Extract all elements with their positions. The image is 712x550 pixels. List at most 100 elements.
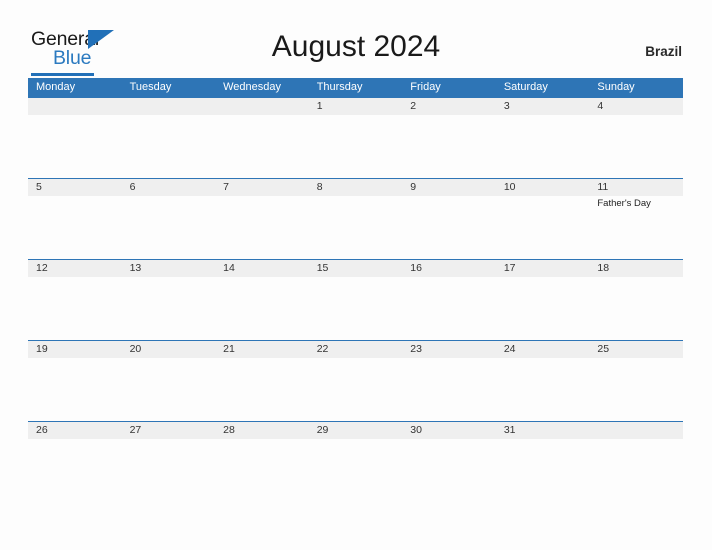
date-number[interactable]: 22 xyxy=(309,341,403,358)
date-number[interactable]: 26 xyxy=(28,422,122,439)
date-number[interactable]: 7 xyxy=(215,179,309,196)
day-cell[interactable] xyxy=(496,196,590,259)
date-number[interactable]: 25 xyxy=(589,341,683,358)
week-date-band: 5 6 7 8 9 10 11 xyxy=(28,179,683,196)
date-number[interactable]: 9 xyxy=(402,179,496,196)
date-number[interactable] xyxy=(589,422,683,439)
week-date-band: 12 13 14 15 16 17 18 xyxy=(28,260,683,277)
week-date-band: 1 2 3 4 xyxy=(28,98,683,115)
day-cell[interactable] xyxy=(496,439,590,502)
date-number[interactable]: 8 xyxy=(309,179,403,196)
day-cell[interactable] xyxy=(589,358,683,421)
weekday-wednesday: Wednesday xyxy=(223,81,282,93)
date-number[interactable]: 14 xyxy=(215,260,309,277)
event-label: Father's Day xyxy=(597,198,651,209)
day-cell[interactable] xyxy=(215,196,309,259)
date-number[interactable]: 5 xyxy=(28,179,122,196)
date-number[interactable]: 31 xyxy=(496,422,590,439)
logo-underline-rule xyxy=(31,73,94,76)
weekday-tuesday: Tuesday xyxy=(129,81,172,93)
date-number[interactable]: 2 xyxy=(402,98,496,115)
day-cell[interactable] xyxy=(496,115,590,178)
date-number[interactable]: 6 xyxy=(122,179,216,196)
day-cell[interactable] xyxy=(402,196,496,259)
weekday-sunday: Sunday xyxy=(597,81,635,93)
date-number[interactable] xyxy=(122,98,216,115)
day-cell[interactable] xyxy=(122,358,216,421)
week-date-band: 26 27 28 29 30 31 xyxy=(28,422,683,439)
day-cell[interactable] xyxy=(402,358,496,421)
week-row: 19 20 21 22 23 24 25 xyxy=(28,340,683,421)
date-number[interactable]: 18 xyxy=(589,260,683,277)
date-number[interactable]: 30 xyxy=(402,422,496,439)
week-event-band xyxy=(28,439,683,502)
day-cell[interactable] xyxy=(402,439,496,502)
date-number[interactable]: 17 xyxy=(496,260,590,277)
day-cell[interactable] xyxy=(122,277,216,340)
week-row: 12 13 14 15 16 17 18 xyxy=(28,259,683,340)
week-event-band xyxy=(28,358,683,421)
week-event-band: Father's Day xyxy=(28,196,683,259)
date-number[interactable]: 21 xyxy=(215,341,309,358)
day-cell[interactable] xyxy=(589,439,683,502)
weekday-friday: Friday xyxy=(410,81,441,93)
date-number[interactable]: 29 xyxy=(309,422,403,439)
date-number[interactable]: 19 xyxy=(28,341,122,358)
day-cell[interactable] xyxy=(309,358,403,421)
week-row: 5 6 7 8 9 10 11 Father's Day xyxy=(28,178,683,259)
day-cell[interactable] xyxy=(28,277,122,340)
week-row: 1 2 3 4 xyxy=(28,97,683,178)
day-cell[interactable] xyxy=(28,439,122,502)
date-number[interactable]: 13 xyxy=(122,260,216,277)
day-cell[interactable] xyxy=(215,439,309,502)
date-number[interactable]: 16 xyxy=(402,260,496,277)
week-row: 26 27 28 29 30 31 xyxy=(28,421,683,502)
day-cell[interactable]: Father's Day xyxy=(589,196,683,259)
date-number[interactable] xyxy=(215,98,309,115)
week-date-band: 19 20 21 22 23 24 25 xyxy=(28,341,683,358)
day-cell[interactable] xyxy=(215,115,309,178)
day-cell[interactable] xyxy=(215,358,309,421)
weekday-monday: Monday xyxy=(36,81,76,93)
day-cell[interactable] xyxy=(402,277,496,340)
weekday-thursday: Thursday xyxy=(316,81,363,93)
day-cell[interactable] xyxy=(28,115,122,178)
page-header: General Blue August 2024 Brazil xyxy=(0,0,712,78)
day-cell[interactable] xyxy=(309,439,403,502)
date-number[interactable]: 11 xyxy=(589,179,683,196)
day-cell[interactable] xyxy=(496,277,590,340)
date-number[interactable] xyxy=(28,98,122,115)
day-cell[interactable] xyxy=(589,115,683,178)
day-cell[interactable] xyxy=(122,196,216,259)
calendar-page: General Blue August 2024 Brazil Monday T… xyxy=(0,0,712,550)
date-number[interactable]: 28 xyxy=(215,422,309,439)
calendar-grid: Monday Tuesday Wednesday Thursday Friday… xyxy=(28,78,683,502)
country-label: Brazil xyxy=(645,44,682,59)
date-number[interactable]: 10 xyxy=(496,179,590,196)
weekday-header-row: Monday Tuesday Wednesday Thursday Friday… xyxy=(28,78,683,97)
date-number[interactable]: 23 xyxy=(402,341,496,358)
day-cell[interactable] xyxy=(309,115,403,178)
date-number[interactable]: 27 xyxy=(122,422,216,439)
day-cell[interactable] xyxy=(122,439,216,502)
day-cell[interactable] xyxy=(309,196,403,259)
day-cell[interactable] xyxy=(28,358,122,421)
day-cell[interactable] xyxy=(122,115,216,178)
day-cell[interactable] xyxy=(402,115,496,178)
week-event-band xyxy=(28,277,683,340)
date-number[interactable]: 3 xyxy=(496,98,590,115)
date-number[interactable]: 1 xyxy=(309,98,403,115)
day-cell[interactable] xyxy=(215,277,309,340)
date-number[interactable]: 4 xyxy=(589,98,683,115)
week-event-band xyxy=(28,115,683,178)
day-cell[interactable] xyxy=(28,196,122,259)
date-number[interactable]: 15 xyxy=(309,260,403,277)
date-number[interactable]: 12 xyxy=(28,260,122,277)
date-number[interactable]: 24 xyxy=(496,341,590,358)
page-title: August 2024 xyxy=(271,30,441,63)
day-cell[interactable] xyxy=(496,358,590,421)
date-number[interactable]: 20 xyxy=(122,341,216,358)
day-cell[interactable] xyxy=(589,277,683,340)
day-cell[interactable] xyxy=(309,277,403,340)
weekday-saturday: Saturday xyxy=(503,81,548,93)
